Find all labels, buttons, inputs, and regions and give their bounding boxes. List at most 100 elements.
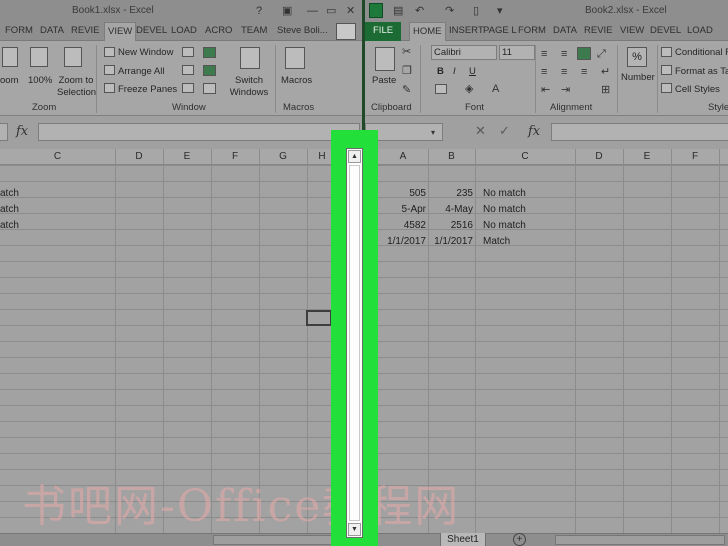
fx-icon[interactable]: fx [16, 124, 28, 139]
minimize-icon[interactable]: — [307, 4, 318, 18]
selected-cell[interactable] [306, 310, 332, 326]
formula-input[interactable] [38, 123, 360, 141]
column-header-e[interactable]: E [163, 151, 211, 162]
sheet-tab-sheet1[interactable]: Sheet1 [440, 533, 486, 546]
tab-review[interactable]: REVIE [71, 25, 100, 36]
cell-a4[interactable]: 1/1/2017 [378, 236, 426, 247]
cell-b2[interactable]: 4-May [428, 204, 473, 215]
cancel-entry-icon[interactable]: ✕ [475, 124, 486, 138]
hide-icon[interactable] [182, 65, 194, 75]
tab-load[interactable]: LOAD [687, 25, 713, 36]
format-painter-icon[interactable]: ✎ [402, 83, 411, 97]
tab-developer[interactable]: DEVEL [650, 25, 681, 36]
tab-insert[interactable]: INSERT [449, 25, 484, 36]
column-header-a[interactable]: A [378, 151, 428, 162]
align-top-icon[interactable]: ≡ [541, 47, 547, 61]
tab-data[interactable]: DATA [553, 25, 577, 36]
orientation-icon[interactable]: ⤢ [597, 47, 606, 61]
cell-c3[interactable]: No match [483, 220, 526, 231]
tab-form[interactable]: FORM [5, 25, 33, 36]
reset-window-position-icon[interactable] [203, 83, 216, 94]
tab-view[interactable]: VIEW [104, 22, 137, 42]
font-color-icon[interactable]: A [492, 82, 499, 96]
close-icon[interactable]: ✕ [346, 4, 355, 18]
borders-icon[interactable] [435, 84, 447, 94]
column-header-b[interactable]: B [428, 151, 475, 162]
tab-data[interactable]: DATA [40, 25, 64, 36]
align-center-icon[interactable]: ≡ [561, 65, 567, 79]
align-middle-icon[interactable]: ≡ [561, 47, 567, 61]
horizontal-scrollbar[interactable] [555, 535, 725, 545]
fill-color-icon[interactable]: ◈ [465, 82, 473, 96]
cell[interactable]: atch [0, 204, 19, 215]
underline-button[interactable]: U [469, 66, 476, 77]
tab-formulas[interactable]: FORM [518, 25, 546, 36]
vertical-scrollbar[interactable]: ▲ ▼ [346, 148, 363, 538]
unhide-icon[interactable] [182, 83, 194, 93]
new-window-button[interactable]: New Window [118, 47, 173, 58]
cell-b4[interactable]: 1/1/2017 [428, 236, 473, 247]
copy-icon[interactable]: ❐ [402, 64, 412, 78]
cell[interactable]: atch [0, 188, 19, 199]
column-header-f[interactable]: F [211, 151, 259, 162]
redo-icon[interactable]: ↷ [445, 4, 454, 18]
split-icon[interactable] [182, 47, 194, 57]
wrap-text-icon[interactable]: ↵ [601, 65, 610, 79]
cell-b1[interactable]: 235 [428, 188, 473, 199]
add-sheet-icon[interactable]: + [513, 533, 526, 546]
cell[interactable]: atch [0, 220, 19, 231]
cell-a2[interactable]: 5-Apr [378, 204, 426, 215]
tab-team[interactable]: TEAM [241, 25, 267, 36]
number-format-button[interactable]: Number [621, 72, 655, 83]
synchronous-scrolling-icon[interactable] [203, 65, 216, 76]
cell-styles-button[interactable]: Cell Styles [675, 84, 720, 95]
decrease-indent-icon[interactable]: ⇤ [541, 83, 550, 97]
scroll-down-icon[interactable]: ▼ [348, 523, 361, 536]
name-box-dropdown-icon[interactable]: ▾ [431, 126, 435, 140]
format-as-table-button[interactable]: Format as Ta [675, 66, 728, 77]
column-header-c[interactable]: C [0, 151, 115, 162]
font-size-select[interactable]: 11 [499, 45, 535, 60]
column-header-c[interactable]: C [475, 151, 575, 162]
customize-toolbar-icon[interactable]: ▾ [497, 4, 503, 18]
ribbon-display-icon[interactable]: ▣ [282, 4, 292, 18]
view-side-by-side-icon[interactable] [203, 47, 216, 58]
switch-windows-button[interactable]: Switch Windows [226, 75, 272, 99]
name-box[interactable] [0, 123, 8, 141]
merge-center-icon[interactable]: ⊞ [601, 83, 610, 97]
undo-icon[interactable]: ↶ [415, 4, 424, 18]
paste-button[interactable]: Paste [372, 75, 396, 86]
column-header-d[interactable]: D [575, 151, 623, 162]
scroll-up-icon[interactable]: ▲ [348, 150, 361, 163]
confirm-entry-icon[interactable]: ✓ [499, 124, 510, 138]
macros-button[interactable]: Macros [281, 75, 312, 86]
bold-button[interactable]: B [437, 66, 444, 77]
touch-mode-icon[interactable]: ▯ [473, 4, 479, 18]
increase-indent-icon[interactable]: ⇥ [561, 83, 570, 97]
zoom-100-button[interactable]: 100% [28, 75, 52, 86]
cut-icon[interactable]: ✂ [402, 45, 411, 59]
tab-view[interactable]: VIEW [620, 25, 644, 36]
align-bottom-icon[interactable] [577, 47, 591, 60]
save-icon[interactable]: ▤ [393, 4, 403, 18]
cell-c1[interactable]: No match [483, 188, 526, 199]
avatar[interactable] [336, 23, 356, 40]
zoom-button[interactable]: oom [0, 75, 18, 86]
fx-icon[interactable]: fx [528, 124, 540, 139]
conditional-formatting-button[interactable]: Conditional Form [675, 47, 728, 58]
cell-b3[interactable]: 2516 [428, 220, 473, 231]
align-left-icon[interactable]: ≡ [541, 65, 547, 79]
formula-input[interactable] [551, 123, 728, 141]
cell-c2[interactable]: No match [483, 204, 526, 215]
tab-file[interactable]: FILE [365, 22, 402, 41]
tab-review[interactable]: REVIE [584, 25, 613, 36]
column-header-g[interactable]: G [259, 151, 307, 162]
tab-acrobat[interactable]: ACRO [205, 25, 232, 36]
italic-button[interactable]: I [453, 66, 456, 77]
column-header-d[interactable]: D [115, 151, 163, 162]
font-name-select[interactable]: Calibri [431, 45, 497, 60]
cell-a3[interactable]: 4582 [378, 220, 426, 231]
help-icon[interactable]: ? [256, 4, 262, 18]
cell-c4[interactable]: Match [483, 236, 510, 247]
tab-page-layout[interactable]: PAGE L [483, 25, 517, 36]
